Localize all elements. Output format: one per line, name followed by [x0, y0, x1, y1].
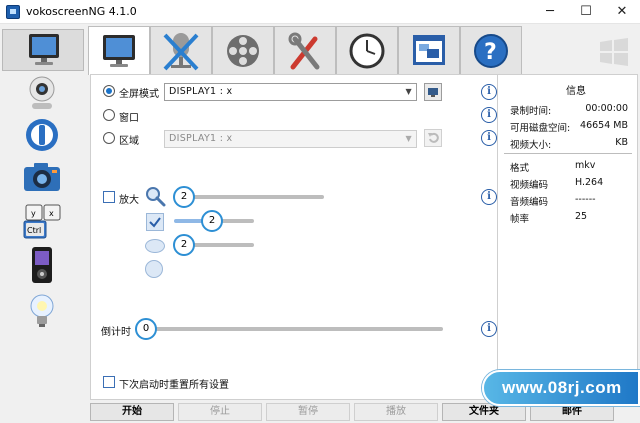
- reset-area-button[interactable]: [424, 129, 442, 147]
- check-icon: [149, 217, 161, 228]
- sidebar-item-showkey[interactable]: y x Ctrl: [18, 201, 66, 243]
- fullscreen-label: 全屏模式: [119, 89, 159, 100]
- maximize-button[interactable]: ☐: [568, 0, 604, 24]
- sidebar-item-player[interactable]: [18, 245, 66, 287]
- reset-settings-checkbox[interactable]: [103, 376, 115, 388]
- info-value-fps: 25: [575, 211, 588, 222]
- sidebar-item-screen[interactable]: [2, 29, 84, 71]
- info-value-format: mkv: [575, 160, 596, 171]
- countdown-label: 倒计时: [101, 327, 131, 338]
- area-display-select[interactable]: DISPLAY1 : x ▼: [164, 130, 417, 148]
- windows-logo-icon: [600, 38, 628, 66]
- screen-settings-panel: [90, 74, 498, 400]
- sidebar-item-power[interactable]: [18, 115, 66, 157]
- window-radio[interactable]: [103, 109, 115, 121]
- identify-display-button[interactable]: [424, 83, 442, 101]
- svg-text:?: ?: [484, 40, 497, 65]
- close-button[interactable]: ✕: [604, 0, 640, 24]
- title-bar: vokoscreenNG 4.1.0 ─ ☐ ✕: [0, 0, 640, 24]
- magnifier-shape-ellipse[interactable]: [145, 239, 165, 253]
- lightbulb-icon: [30, 294, 54, 327]
- tab-screen[interactable]: [88, 26, 150, 75]
- info-label-video-codec: 视频编码: [510, 180, 549, 191]
- tools-icon: [288, 32, 320, 70]
- info-divider: [504, 153, 632, 154]
- window-title: vokoscreenNG 4.1.0: [26, 5, 137, 18]
- app-icon: [6, 5, 20, 19]
- magnifier-icon: [146, 187, 166, 207]
- magnifier-info-icon[interactable]: i: [481, 189, 497, 205]
- tab-video[interactable]: [212, 26, 274, 74]
- info-value-record-time: 00:00:00: [585, 103, 628, 114]
- info-title: 信息: [566, 86, 586, 97]
- svg-text:x: x: [49, 209, 54, 218]
- webcam-icon: [29, 76, 55, 109]
- area-info-icon[interactable]: i: [481, 130, 497, 146]
- window-icon: [413, 35, 445, 65]
- fullscreen-display-select[interactable]: DISPLAY1 : x ▼: [164, 83, 417, 101]
- sidebar-item-webcam[interactable]: [18, 73, 66, 115]
- reset-icon: [428, 132, 439, 143]
- magnifier-shape-circle[interactable]: [145, 260, 163, 278]
- monitor-icon: [103, 35, 135, 67]
- svg-text:Ctrl: Ctrl: [27, 226, 41, 235]
- ellipse-ratio-knob[interactable]: 2: [173, 234, 195, 256]
- window-label: 窗口: [119, 113, 139, 124]
- tab-audio[interactable]: [150, 26, 212, 74]
- countdown-slider[interactable]: [140, 327, 443, 331]
- info-value-audio-codec: ------: [575, 194, 596, 205]
- svg-text:y: y: [31, 209, 36, 218]
- sidebar-item-snapshot[interactable]: [18, 157, 66, 199]
- info-label-fps: 帧率: [510, 214, 530, 225]
- magnifier-size-slider[interactable]: [178, 195, 324, 199]
- countdown-knob[interactable]: 0: [135, 318, 157, 340]
- info-label-record-time: 录制时间:: [510, 106, 552, 117]
- area-radio[interactable]: [103, 132, 115, 144]
- fullscreen-radio[interactable]: [103, 85, 115, 97]
- reset-settings-label: 下次启动时重置所有设置: [119, 380, 229, 391]
- info-label-video-size: 视频大小:: [510, 140, 552, 151]
- countdown-info-icon[interactable]: i: [481, 321, 497, 337]
- magnifier-checkbox[interactable]: [103, 191, 115, 203]
- tab-help[interactable]: ?: [460, 26, 522, 74]
- start-button[interactable]: 开始: [90, 403, 174, 421]
- tab-strip: ?: [88, 26, 522, 75]
- magnifier-size-knob[interactable]: 2: [173, 186, 195, 208]
- display-icon: [428, 88, 438, 97]
- chevron-down-icon: ▼: [405, 87, 412, 96]
- microphone-muted-icon: [163, 33, 199, 71]
- chevron-down-icon: ▼: [405, 134, 412, 143]
- info-value-video-size: KB: [615, 137, 628, 148]
- keyboard-keys-icon: y x Ctrl: [23, 204, 61, 239]
- pause-button[interactable]: 暂停: [266, 403, 350, 421]
- help-icon: ?: [474, 34, 508, 68]
- minimize-button[interactable]: ─: [532, 0, 568, 24]
- magnifier-shape-rectangle[interactable]: [146, 213, 164, 231]
- info-label-audio-codec: 音频编码: [510, 197, 549, 208]
- magnifier-label: 放大: [119, 195, 139, 206]
- info-value-video-codec: H.264: [575, 177, 604, 188]
- power-icon: [26, 119, 58, 151]
- area-label: 区域: [119, 136, 139, 147]
- site-watermark: www.08rj.com: [482, 370, 640, 406]
- monitor-icon: [29, 34, 59, 65]
- rectangle-ratio-knob[interactable]: 2: [201, 210, 223, 232]
- play-button[interactable]: 播放: [354, 403, 438, 421]
- tab-settings[interactable]: [274, 26, 336, 74]
- fullscreen-info-icon[interactable]: i: [481, 84, 497, 100]
- film-reel-icon: [227, 35, 259, 67]
- sidebar: y x Ctrl: [0, 25, 86, 423]
- stop-button[interactable]: 停止: [178, 403, 262, 421]
- media-player-icon: [32, 247, 52, 283]
- window-info-icon[interactable]: i: [481, 107, 497, 123]
- clock-icon: [349, 33, 385, 69]
- sidebar-item-tips[interactable]: [18, 291, 66, 333]
- camera-icon: [24, 163, 60, 191]
- tab-timer[interactable]: [336, 26, 398, 74]
- info-value-free-disk: 46654 MB: [580, 120, 628, 131]
- tab-windows[interactable]: [398, 26, 460, 74]
- info-label-format: 格式: [510, 163, 530, 174]
